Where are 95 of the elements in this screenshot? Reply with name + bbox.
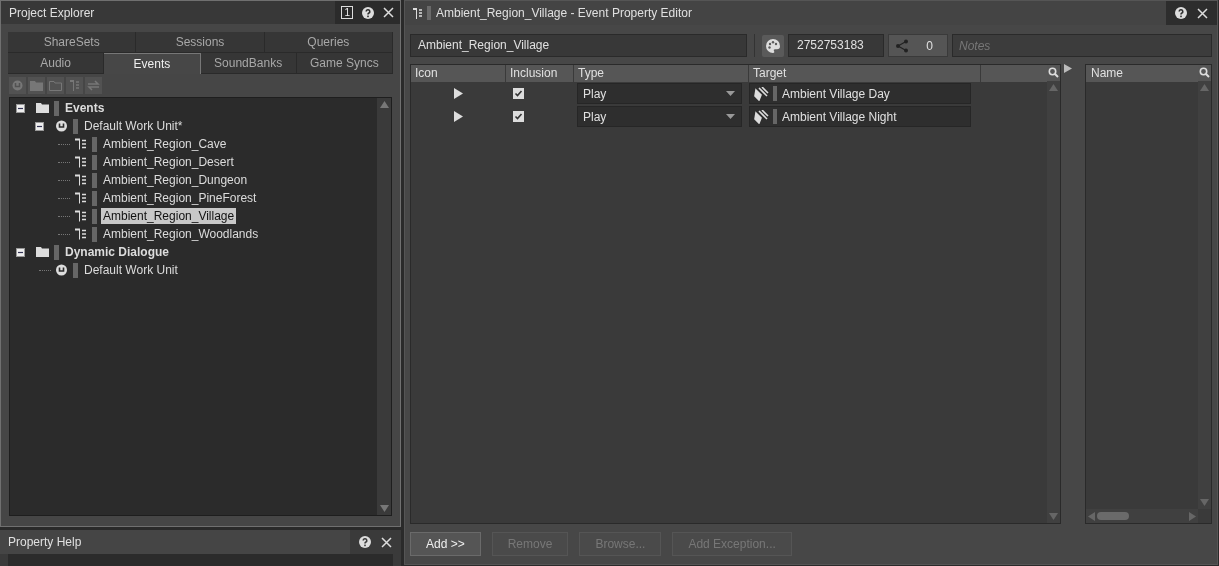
event-icon <box>74 209 87 223</box>
tree-item[interactable]: Ambient_Region_Woodlands <box>101 226 261 242</box>
scroll-left-arrow-icon[interactable] <box>1088 511 1095 521</box>
tab[interactable]: Queries <box>264 32 393 53</box>
color-swatch <box>73 118 78 134</box>
panel-title: Property Help <box>0 530 350 554</box>
layout-badge[interactable]: 1 <box>341 6 353 19</box>
search-icon[interactable] <box>1198 65 1211 81</box>
notes-field[interactable]: Notes <box>952 34 1212 57</box>
toolbar-workunit-icon[interactable] <box>9 77 26 94</box>
color-swatch <box>54 244 59 260</box>
color-palette-icon[interactable] <box>762 34 784 57</box>
type-dropdown[interactable]: Play <box>577 106 742 127</box>
tree-item[interactable]: Ambient_Region_Cave <box>101 136 229 152</box>
color-swatch <box>92 136 97 152</box>
folder-icon <box>36 245 49 259</box>
id-field[interactable]: 2752753183 <box>788 34 884 57</box>
event-icon <box>74 191 87 205</box>
tree-item[interactable]: Events <box>63 100 107 116</box>
tab[interactable]: Events <box>104 53 201 74</box>
inclusion-checkbox[interactable] <box>513 88 524 99</box>
panel-title: Project Explorer <box>8 4 96 22</box>
toolbar-folder-icon[interactable] <box>28 77 45 94</box>
column-header[interactable]: Target <box>749 65 981 82</box>
play-icon <box>454 111 463 122</box>
column-header[interactable]: Name <box>1086 65 1198 82</box>
vertical-scrollbar[interactable] <box>377 98 391 515</box>
column-header[interactable]: Icon <box>411 65 506 82</box>
share-icon <box>895 38 909 53</box>
vertical-scrollbar[interactable] <box>1198 81 1211 509</box>
references-button[interactable]: 0 <box>888 34 948 57</box>
close-icon[interactable] <box>1197 7 1208 19</box>
toolbar-link-icon[interactable] <box>85 77 102 94</box>
toolbar-folder-outline-icon[interactable] <box>47 77 64 94</box>
play-icon <box>454 88 463 99</box>
close-icon[interactable] <box>383 7 394 18</box>
dropdown-caret-icon <box>726 91 735 96</box>
inclusion-checkbox[interactable] <box>513 111 524 122</box>
help-icon[interactable] <box>362 6 374 19</box>
color-swatch <box>92 208 97 224</box>
search-icon[interactable] <box>1047 65 1060 81</box>
collapse-icon[interactable] <box>35 121 44 131</box>
horizontal-scrollbar[interactable] <box>1086 509 1198 523</box>
scrollbar-thumb[interactable] <box>1097 512 1129 520</box>
dropdown-caret-icon <box>726 114 735 119</box>
tab[interactable]: ShareSets <box>8 32 137 53</box>
type-dropdown[interactable]: Play <box>577 83 742 104</box>
color-swatch <box>92 190 97 206</box>
action-button[interactable]: Add >> <box>410 532 481 556</box>
tree-item[interactable]: Ambient_Region_Dungeon <box>101 172 250 188</box>
tree-item[interactable]: Ambient_Region_PineForest <box>101 190 259 206</box>
scroll-up-arrow-icon[interactable] <box>1049 84 1058 91</box>
tree-item[interactable]: Ambient_Region_Village <box>101 208 237 224</box>
tree-item[interactable]: Default Work Unit* <box>82 118 185 134</box>
close-icon[interactable] <box>381 536 392 548</box>
collapse-icon[interactable] <box>16 103 25 113</box>
tab[interactable]: Game Syncs <box>296 53 393 74</box>
tab[interactable]: Sessions <box>136 32 265 53</box>
window-title: Ambient_Region_Village - Event Property Editor <box>435 5 693 22</box>
event-icon <box>74 137 87 151</box>
tree-item[interactable]: Default Work Unit <box>82 262 180 278</box>
color-swatch <box>73 262 78 278</box>
scroll-up-arrow-icon[interactable] <box>1200 84 1209 91</box>
event-icon <box>413 7 423 19</box>
collapse-icon[interactable] <box>16 247 25 257</box>
toolbar-event-icon[interactable] <box>66 77 83 94</box>
event-icon <box>74 227 87 241</box>
name-field[interactable]: Ambient_Region_Village <box>410 34 747 57</box>
column-header[interactable]: Type <box>574 65 749 82</box>
target-field[interactable]: Ambient Village Night <box>749 106 971 127</box>
column-header[interactable]: Inclusion <box>506 65 574 82</box>
tree-item[interactable]: Dynamic Dialogue <box>63 244 172 260</box>
tab[interactable]: SoundBanks <box>200 53 297 74</box>
event-icon <box>74 155 87 169</box>
help-icon[interactable] <box>1175 7 1187 19</box>
tab[interactable]: Audio <box>8 53 105 74</box>
scroll-up-arrow-icon[interactable] <box>379 101 389 108</box>
tree-item[interactable]: Ambient_Region_Desert <box>101 154 236 170</box>
target-field[interactable]: Ambient Village Day <box>749 83 971 104</box>
scroll-down-arrow-icon[interactable] <box>379 505 389 512</box>
color-swatch <box>92 172 97 188</box>
scroll-down-arrow-icon[interactable] <box>1200 499 1209 506</box>
scroll-down-arrow-icon[interactable] <box>1049 513 1058 520</box>
work-unit-icon <box>55 119 68 133</box>
work-unit-icon <box>55 263 68 277</box>
scroll-right-arrow-icon[interactable] <box>1189 511 1196 521</box>
vertical-scrollbar[interactable] <box>1047 81 1060 523</box>
folder-icon <box>36 101 49 115</box>
help-icon[interactable] <box>359 536 371 548</box>
event-icon <box>74 173 87 187</box>
color-swatch <box>54 100 59 116</box>
expand-arrow-icon[interactable] <box>1064 64 1072 73</box>
color-swatch <box>92 154 97 170</box>
color-swatch <box>92 226 97 242</box>
color-swatch <box>427 6 431 20</box>
